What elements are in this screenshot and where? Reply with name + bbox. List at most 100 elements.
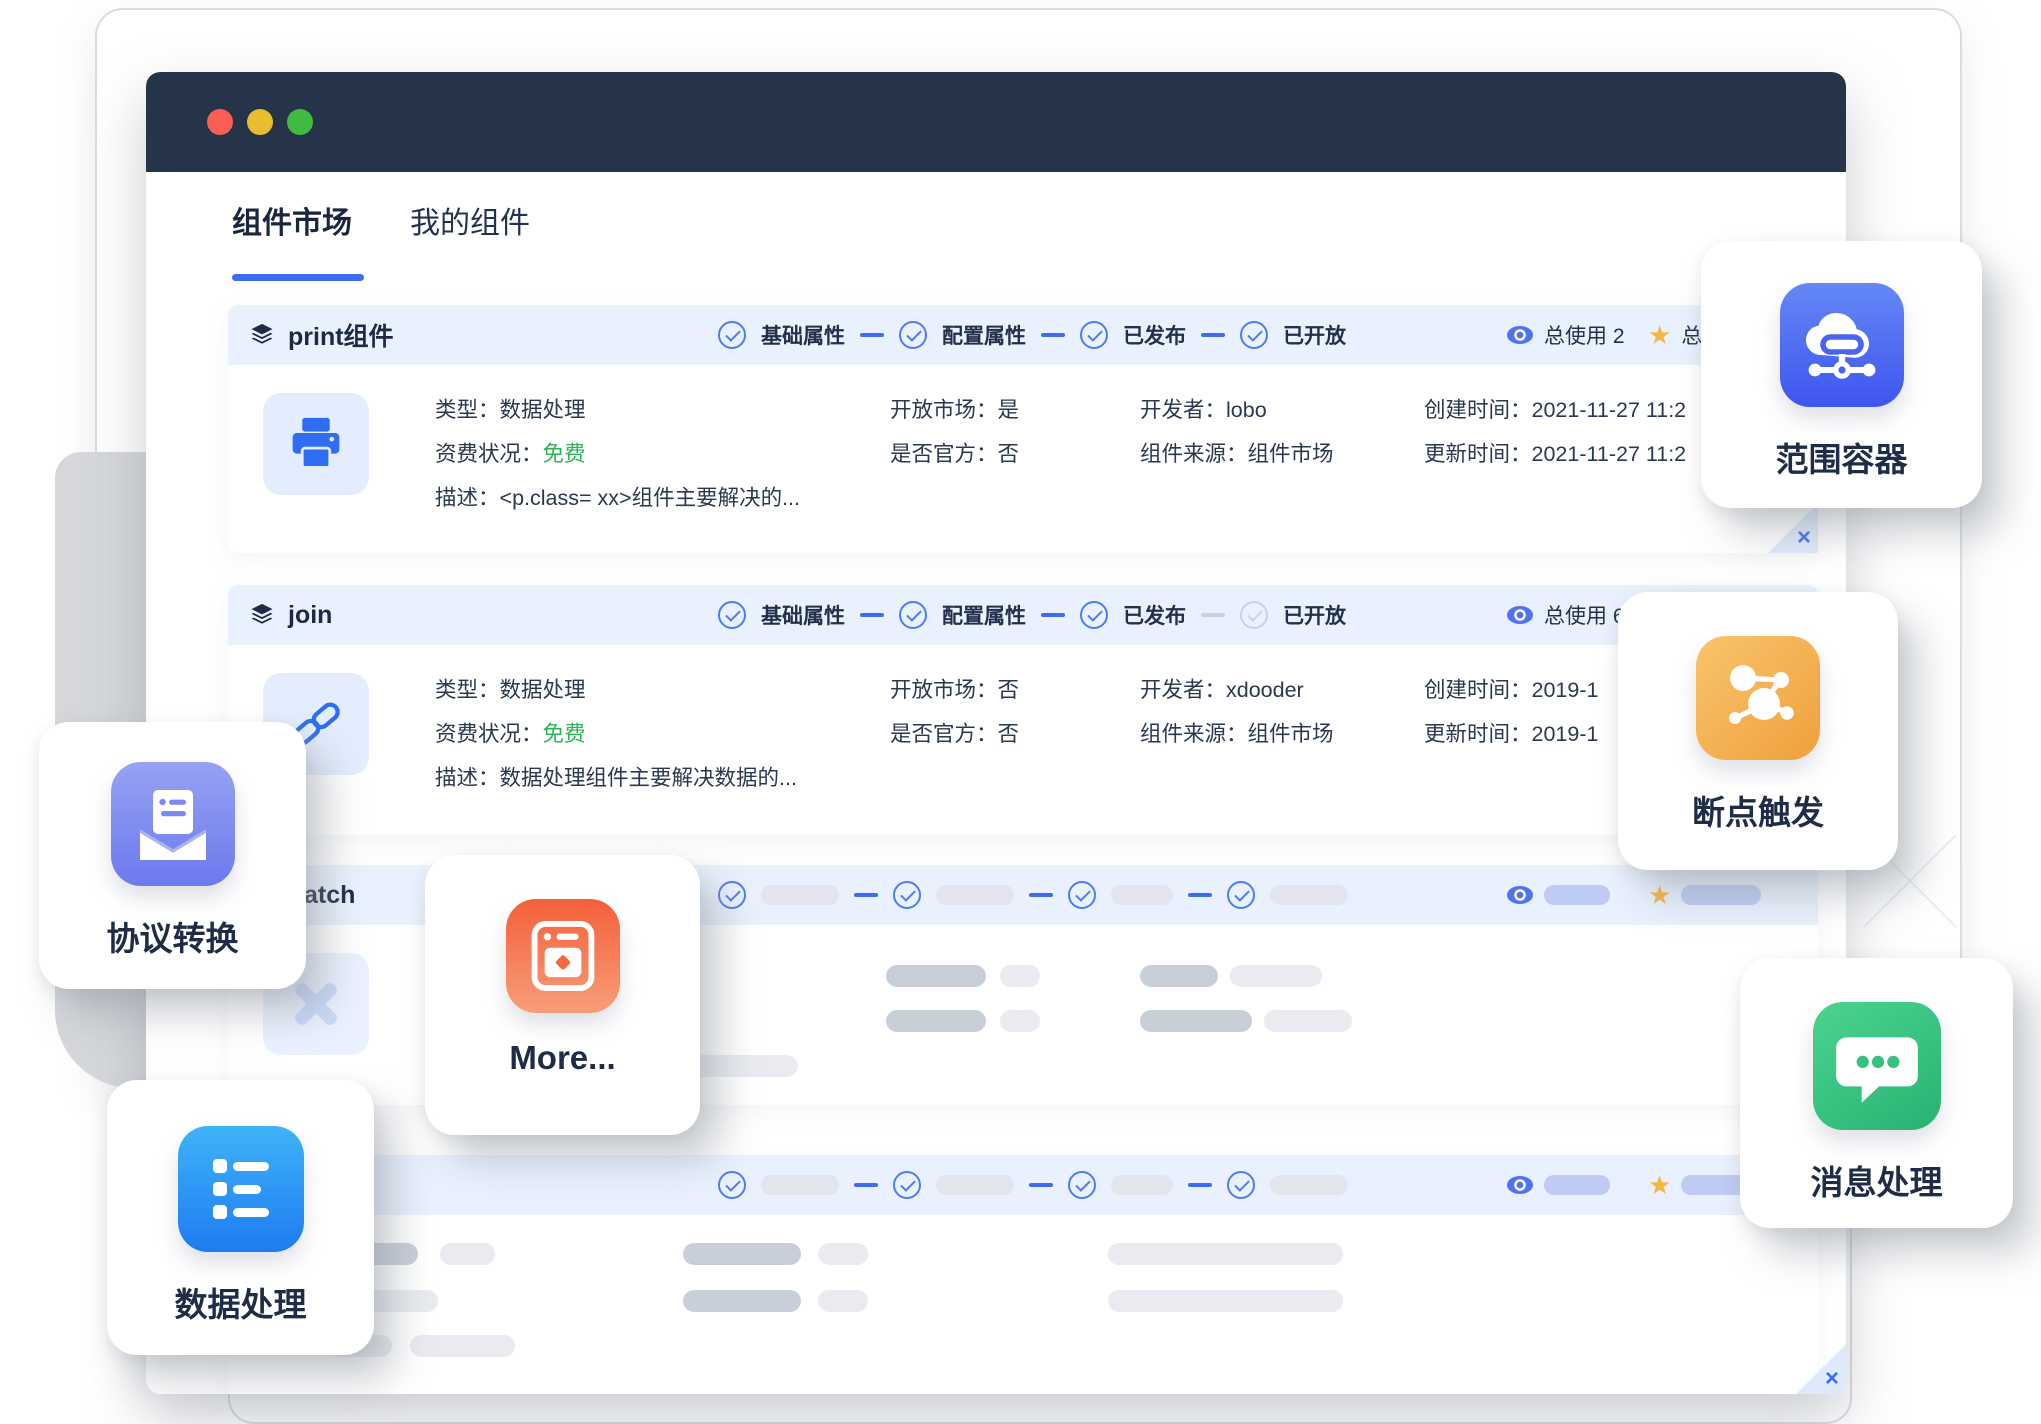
card-header: join 基础属性 配置属性 已发布 已开放 总使用 [228,585,1818,645]
placeholder-bar [1000,965,1040,987]
field-label: 开放市场： [890,678,998,702]
step-connector [1041,333,1065,337]
placeholder-bar [761,885,839,905]
close-icon[interactable]: × [1825,1367,1839,1391]
field-label: 描述： [435,766,500,790]
placeholder-bar [1544,885,1610,905]
floating-card-breakpoint-trigger[interactable]: 断点触发 [1618,592,1898,870]
field-label: 更新时间： [1424,722,1532,746]
placeholder-bar [886,1010,986,1032]
component-card-placeholder[interactable]: ★ [228,1155,1818,1394]
floating-card-label: 断点触发 [1692,786,1824,834]
check-circle-icon [899,321,927,349]
inbox-document-icon [111,762,235,886]
step-label: 已开放 [1283,600,1346,630]
placeholder-bar [1270,1175,1348,1195]
app-box-icon [506,899,620,1013]
usage-metric [1506,865,1610,925]
field-label: 开发者： [1140,678,1226,702]
field-value: 组件市场 [1248,722,1334,746]
component-card-join[interactable]: join 基础属性 配置属性 已发布 已开放 总使用 [228,585,1818,835]
app-window: 组件市场 我的组件 print组件 基础属性 配置属性 [146,72,1846,1394]
active-tab-indicator [232,274,364,281]
field-value: 2021-11-27 11:2 [1532,398,1687,422]
placeholder-bar [761,1175,839,1195]
check-circle-icon [1080,601,1108,629]
floating-card-label: 数据处理 [175,1278,307,1326]
field-label: 开发者： [1140,398,1226,422]
status-steps: 基础属性 配置属性 已发布 已开放 [718,305,1346,365]
data-list-icon [178,1126,304,1252]
usage-count: 总使用 6 [1544,600,1625,630]
window-titlebar [146,72,1846,172]
field-label: 创建时间： [1424,398,1532,422]
placeholder-bar [1000,1010,1040,1032]
placeholder-bar [440,1243,495,1265]
floating-card-message-processing[interactable]: 消息处理 [1740,958,2013,1228]
field-label: 更新时间： [1424,442,1532,466]
check-circle-icon [1227,1171,1255,1199]
card-header: ★ [228,1155,1818,1215]
cloud-network-icon [1780,283,1904,407]
star-icon: ★ [1648,322,1671,348]
maximize-window-button[interactable] [287,109,313,135]
eye-icon [1506,605,1534,625]
floating-card-more[interactable]: More... [425,855,700,1135]
step-connector [1188,893,1212,897]
field-value: 否 [998,678,1020,702]
field-value-free: 免费 [543,722,586,746]
close-window-button[interactable] [207,109,233,135]
step-connector [1201,333,1225,337]
floating-card-protocol-conversion[interactable]: 协议转换 [39,722,306,989]
placeholder-bar [886,965,986,987]
field-label: 是否官方： [890,442,998,466]
field-value: 否 [998,722,1020,746]
step-label: 已开放 [1283,320,1346,350]
step-connector [860,333,884,337]
floating-card-range-container[interactable]: 范围容器 [1701,241,1982,508]
check-circle-icon [718,601,746,629]
check-circle-icon [1068,881,1096,909]
placeholder-bar [818,1243,868,1265]
floating-card-label: More... [509,1039,615,1077]
check-circle-icon [718,881,746,909]
floating-card-data-processing[interactable]: 数据处理 [107,1080,374,1355]
placeholder-bar [1108,1243,1343,1265]
field-value: 2019-1 [1532,722,1599,746]
close-icon[interactable]: × [1797,526,1811,550]
card-title: atch [304,881,355,910]
check-circle-icon [1068,1171,1096,1199]
field-value: xdooder [1226,678,1304,702]
page: 组件市场 我的组件 print组件 基础属性 配置属性 [0,0,2041,1424]
status-steps [718,1155,1348,1215]
component-card-print[interactable]: print组件 基础属性 配置属性 已发布 已开放 [228,305,1818,553]
placeholder-bar [936,885,1014,905]
minimize-window-button[interactable] [247,109,273,135]
placeholder-bar [1544,1175,1610,1195]
field-label: 组件来源： [1140,722,1248,746]
check-circle-icon [893,881,921,909]
eye-icon [1506,325,1534,345]
placeholder-bar [683,1243,801,1265]
rating-metric: ★ [1648,865,1761,925]
floating-card-label: 消息处理 [1811,1156,1943,1204]
step-connector [1188,1183,1212,1187]
placeholder-bar [1230,965,1322,987]
placeholder-bar [1111,1175,1173,1195]
tab-my-components[interactable]: 我的组件 [410,198,530,242]
usage-metric: 总使用 2 [1506,305,1625,365]
step-label: 配置属性 [942,600,1026,630]
field-value-free: 免费 [543,442,586,466]
step-connector [1201,613,1225,617]
placeholder-bar [1270,885,1348,905]
eye-icon [1506,885,1534,905]
step-connector [854,893,878,897]
floating-card-label: 协议转换 [107,912,239,960]
tab-component-market[interactable]: 组件市场 [232,198,352,242]
check-circle-icon [718,1171,746,1199]
field-label: 创建时间： [1424,678,1532,702]
check-circle-icon [718,321,746,349]
field-value: 2021-11-27 11:2 [1532,442,1687,466]
field-value: 2019-1 [1532,678,1599,702]
usage-metric: 总使用 6 [1506,585,1625,645]
